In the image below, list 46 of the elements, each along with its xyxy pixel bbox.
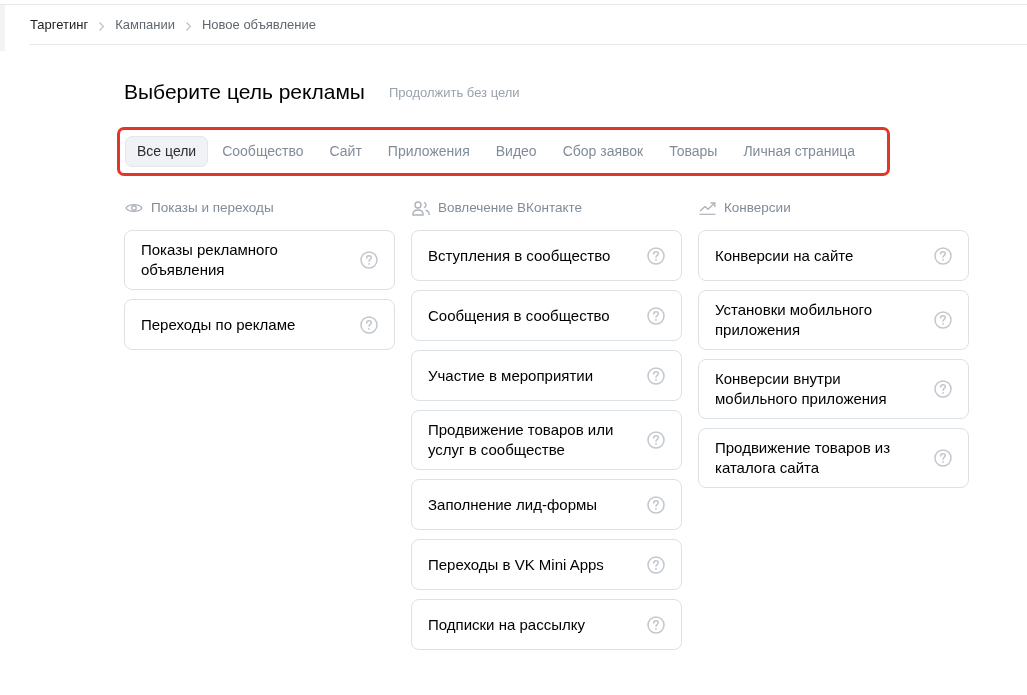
section-title: Конверсии [724, 198, 791, 217]
help-icon[interactable] [934, 246, 952, 265]
filter-tab[interactable]: Товары [657, 136, 730, 167]
filter-tab[interactable]: Все цели [125, 136, 209, 167]
help-icon[interactable] [934, 311, 952, 329]
goal-card[interactable]: Установки мобильного приложения [698, 290, 969, 350]
goal-card[interactable]: Участие в мероприятии [411, 350, 682, 401]
goal-card[interactable]: Подписки на рассылку [411, 599, 682, 650]
goal-card[interactable]: Переходы по рекламе [124, 299, 395, 350]
help-icon[interactable] [647, 431, 665, 449]
goal-card[interactable]: Вступления в сообщество [411, 230, 682, 281]
help-icon[interactable] [360, 315, 378, 334]
filter-tab[interactable]: Видео [483, 136, 549, 167]
breadcrumb-link[interactable]: Новое объявление [201, 14, 316, 35]
goal-card[interactable]: Заполнение лид-формы [411, 479, 682, 530]
help-icon[interactable] [647, 366, 665, 385]
goal-card[interactable]: Продвижение товаров или услуг в сообществе [411, 410, 682, 470]
goal-card[interactable]: Переходы в VK Mini Apps [411, 539, 682, 590]
trend-up-icon [699, 201, 716, 215]
page-heading: Выберите цель рекламы [124, 79, 365, 105]
help-icon[interactable] [647, 615, 665, 634]
chevron-right-icon [99, 21, 105, 31]
help-icon[interactable] [934, 449, 952, 467]
filter-tab[interactable]: Приложения [375, 136, 482, 167]
section-title: Вовлечение ВКонтакте [438, 198, 583, 217]
help-icon[interactable] [647, 555, 665, 574]
help-icon[interactable] [647, 495, 665, 514]
goal-card[interactable]: Конверсии на сайте [698, 230, 969, 281]
help-icon[interactable] [647, 306, 665, 325]
section-title: Показы и переходы [151, 198, 274, 217]
goal-card[interactable]: Показы рекламного объявления [124, 230, 395, 290]
help-icon[interactable] [647, 246, 665, 265]
goal-card[interactable]: Продвижение товаров из каталога сайта [698, 428, 969, 488]
eye-icon [125, 202, 143, 214]
chevron-right-icon [185, 21, 191, 31]
breadcrumb-link[interactable]: Кампании [115, 14, 175, 35]
filter-tab[interactable]: Личная страница [731, 136, 868, 167]
help-icon[interactable] [360, 251, 378, 269]
goal-card[interactable]: Сообщения в сообщество [411, 290, 682, 341]
filter-tab[interactable]: Сообщество [210, 136, 316, 167]
filter-tab[interactable]: Сбор заявок [550, 136, 656, 167]
help-icon[interactable] [934, 380, 952, 398]
goal-card[interactable]: Конверсии внутри мобильного приложения [698, 359, 969, 419]
breadcrumb-link[interactable]: Таргетинг [30, 14, 89, 35]
people-icon [412, 200, 430, 216]
filter-tab[interactable]: Сайт [317, 136, 374, 167]
